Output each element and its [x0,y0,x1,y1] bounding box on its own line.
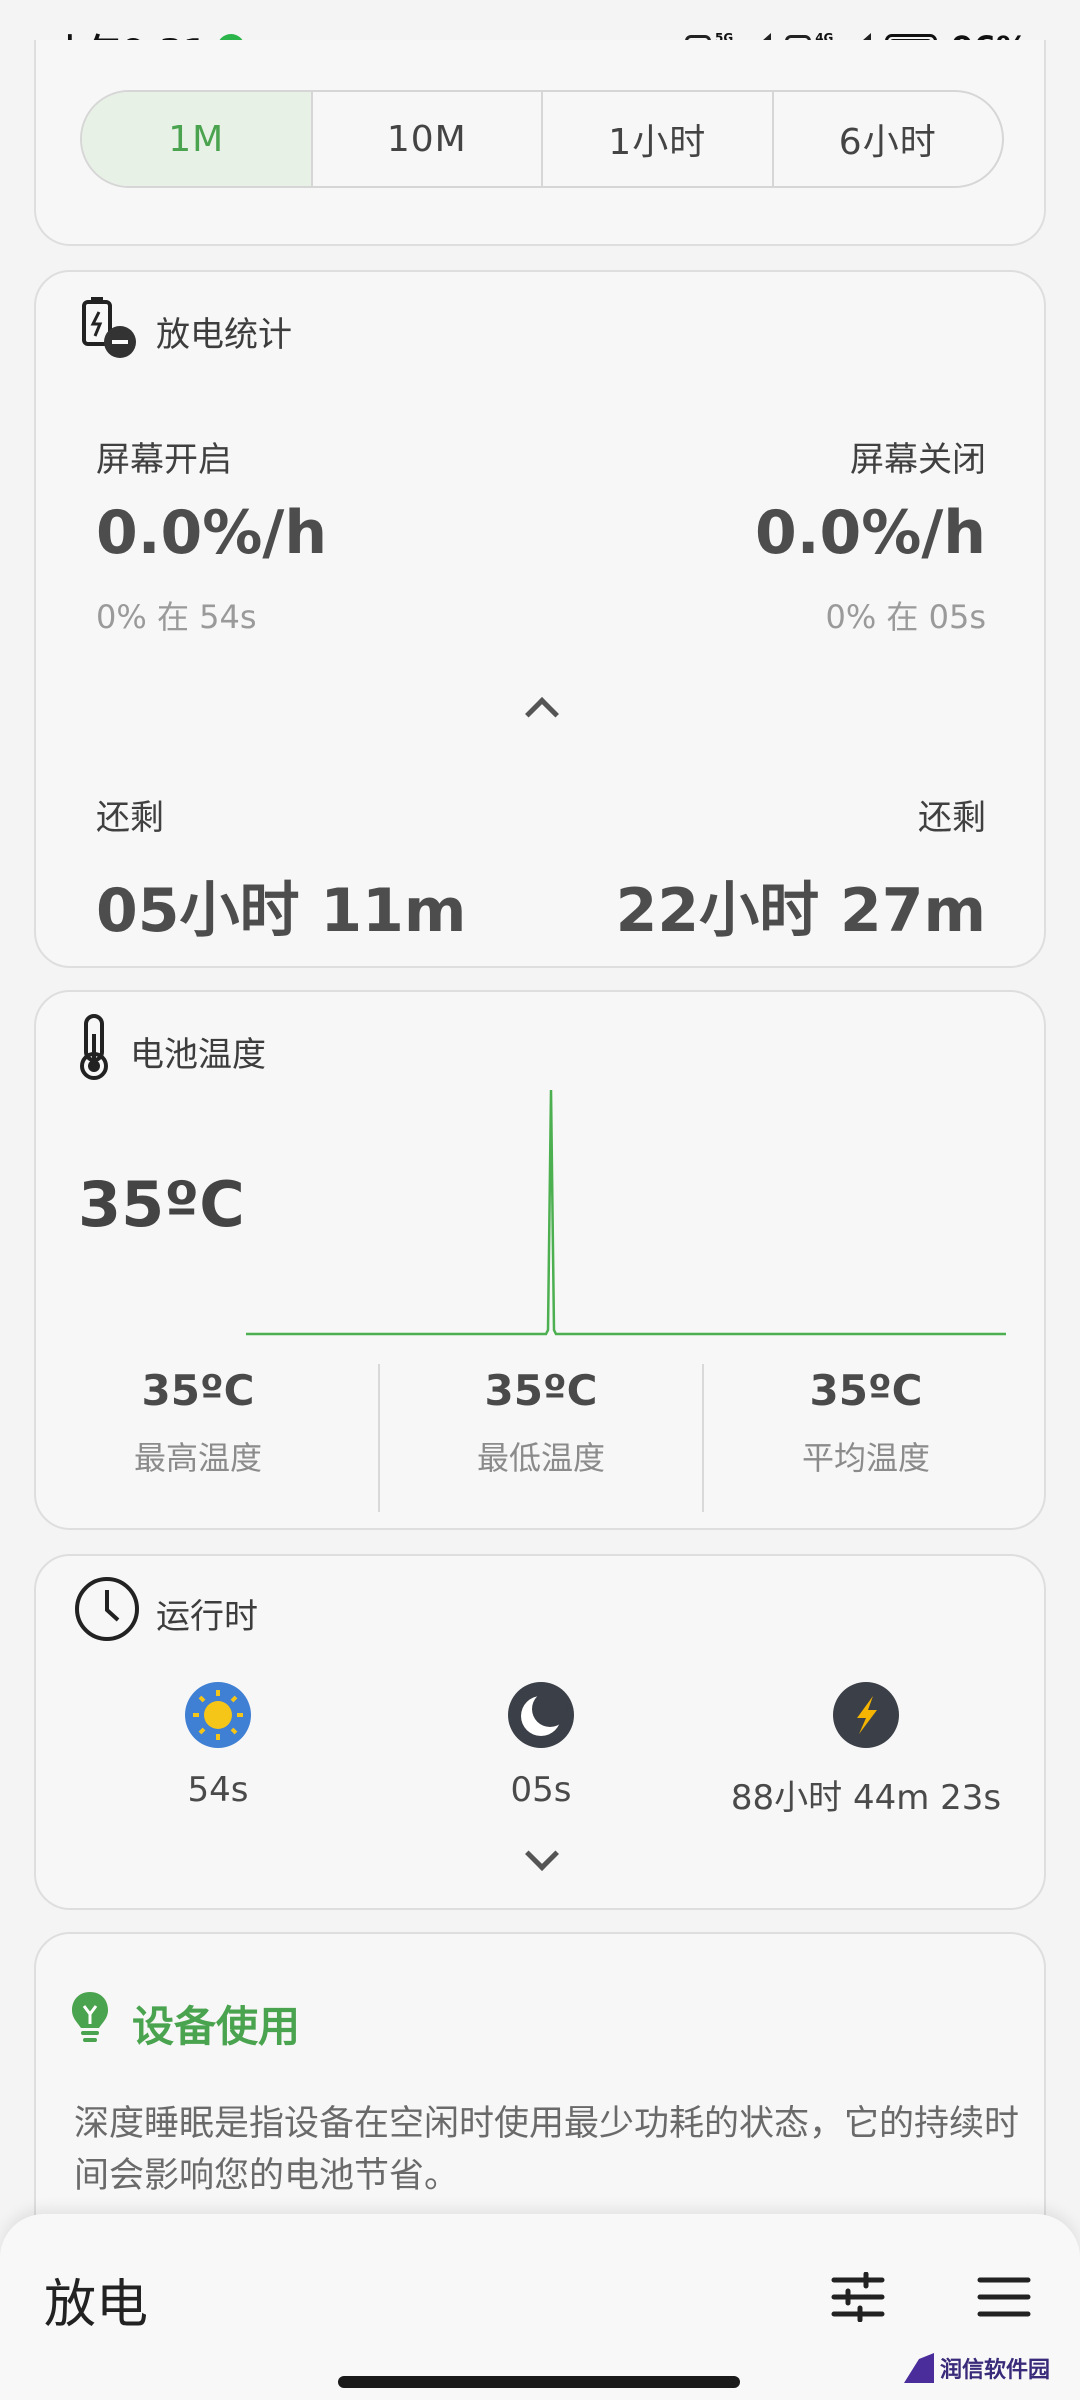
temperature-title: 电池温度 [130,1035,266,1075]
runtime-total-value: 88小时 44m 23s [730,1778,1002,1818]
max-temperature-value: 35ºC [141,1366,255,1415]
min-temperature-label: 最低温度 [476,1439,605,1477]
expand-chevron-icon[interactable] [525,1837,559,1871]
thermometer-icon [72,1012,116,1091]
home-indicator[interactable] [338,2376,740,2388]
max-temperature: 35ºC 最高温度 [36,1364,360,1512]
screen-off-rate: 0.0%/h [754,498,986,568]
runtime-screen-on: 54s [56,1682,380,1810]
menu-icon[interactable] [976,2272,1032,2322]
screen-off-label: 屏幕关闭 [850,440,986,480]
remaining-right-value: 22小时 27m [615,876,986,946]
sun-icon [185,1682,251,1748]
temperature-line [246,1089,1006,1336]
min-temperature: 35ºC 最低温度 [379,1364,703,1512]
avg-temperature-label: 平均温度 [801,1439,930,1477]
avg-temperature: 35ºC 平均温度 [704,1364,1028,1512]
collapse-chevron-icon[interactable] [525,697,559,731]
device-use-title: 设备使用 [132,2001,301,2051]
moon-icon [508,1682,574,1748]
battery-temperature-card: 电池温度 35ºC 35ºC 最高温度 35ºC 最低温度 35ºC 平均温度 [34,990,1046,1530]
range-option-0[interactable]: 1M [82,92,313,186]
max-temperature-label: 最高温度 [133,1439,262,1477]
screen-on-rate: 0.0%/h [96,498,328,568]
current-temperature: 35ºC [78,1168,245,1241]
runtime-total: 88小时 44m 23s [704,1682,1028,1819]
screen-on-label: 屏幕开启 [96,440,232,480]
discharge-title: 放电统计 [156,315,292,355]
range-option-3[interactable]: 6小时 [774,92,1003,186]
range-option-2[interactable]: 1小时 [543,92,774,186]
runtime-screen-off-value: 05s [510,1770,572,1810]
runtime-screen-on-value: 54s [187,1770,249,1810]
runtime-header: 运行时 [72,1574,258,1653]
lightbulb-icon [70,1990,110,2056]
range-segmented-control: 1M 10M 1小时 6小时 [80,90,1004,188]
screen-off-detail: 0% 在 05s [825,598,986,636]
runtime-screen-off: 05s [379,1682,703,1810]
watermark-text: 润信软件园 [940,2358,1051,2383]
avg-temperature-value: 35ºC [809,1366,923,1415]
battery-minus-icon [72,292,142,371]
min-temperature-value: 35ºC [484,1366,598,1415]
remaining-right-label: 还剩 [918,798,986,838]
remaining-left-label: 还剩 [96,798,164,838]
tune-icon[interactable] [830,2271,886,2323]
runtime-card: 运行时 54s 05s 88小时 44m 23s [34,1554,1046,1910]
watermark-logo-icon [904,2353,934,2383]
discharge-stats-card: 放电统计 屏幕开启 0.0%/h 0% 在 54s 屏幕关闭 0.0%/h 0%… [34,270,1046,968]
watermark: 润信软件园 [904,2352,1050,2384]
range-option-1[interactable]: 10M [313,92,543,186]
range-card: 1M 10M 1小时 6小时 [34,40,1046,246]
screen-on-detail: 0% 在 54s [96,598,257,636]
clock-icon [72,1574,142,1653]
remaining-left-value: 05小时 11m [96,876,467,946]
discharge-header: 放电统计 [72,292,292,371]
temperature-header: 电池温度 [72,1012,266,1091]
bottom-bar-title: 放电 [44,2275,149,2335]
temperature-chart [246,1089,1006,1336]
device-use-description: 深度睡眠是指设备在空闲时使用最少功耗的状态，它的持续时间会影响您的电池节省。 [74,2104,1020,2196]
bolt-icon [833,1682,899,1748]
runtime-title: 运行时 [156,1597,258,1637]
device-use-header: 设备使用 [70,1990,300,2056]
